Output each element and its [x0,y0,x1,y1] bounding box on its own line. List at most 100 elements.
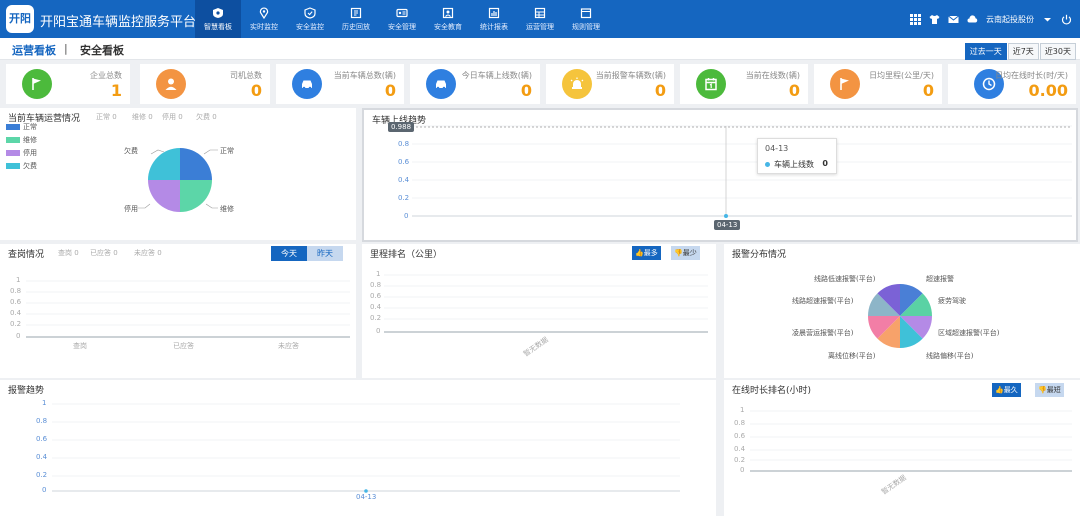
pie-label: 线路低速报警(平台) [814,275,876,283]
flag-icon [32,78,41,90]
y-tick: 0.4 [10,309,22,317]
y-tick: 0.2 [370,314,382,322]
history-icon [350,7,362,18]
nav-dashboard[interactable]: 智慧看板 [195,0,241,38]
pie-label: 离线位移(平台) [828,352,876,360]
stat-icon-bg [696,69,726,99]
nav-safety-edu[interactable]: 安全教育 [425,0,471,38]
stat-icon-bg [830,69,860,99]
y-tick: 0.2 [36,471,48,479]
stat-icon-bg [22,69,52,99]
grid-icon [534,7,546,18]
user-name[interactable]: 云南起投股份 [986,14,1034,25]
stat-value: 0 [654,81,666,100]
car-icon [436,80,446,90]
pie-leader [203,149,218,155]
stat-value: 0 [788,81,800,100]
nav-history[interactable]: 历史回放 [333,0,379,38]
data-point[interactable] [724,214,728,218]
pie-label-disabled: 停用 [124,205,138,213]
pie-slice-disabled[interactable] [148,180,180,212]
nav-label: 安全管理 [388,22,416,31]
calendar-icon [705,78,717,91]
stat-card-online-today: 今日车辆上线数(辆) 0 [410,64,540,104]
nav-label: 运营管理 [526,22,554,31]
chart-tooltip: 04-13 车辆上线数 0 [757,138,837,174]
y-tick: 0.8 [734,419,746,427]
tab-safety-board[interactable]: 安全看板 [80,42,124,58]
y-tick: 1 [376,270,381,278]
pie-slice-repair[interactable] [180,180,212,212]
stat-value: 1 [110,81,122,100]
y-tick: 0.8 [370,281,382,289]
stat-value: 0 [384,81,396,100]
nav-label: 历史回放 [342,22,370,31]
stat-label: 日均在线时长(时/天) [995,71,1068,80]
alarm-icon [570,77,584,89]
stat-label: 当前在线数(辆) [745,71,800,80]
y-tick: 0.6 [10,298,22,306]
shirt-icon[interactable] [929,14,940,25]
range-30-days[interactable]: 近30天 [1039,43,1076,60]
vehicle-status-panel: 当前车辆运营情况 正常 0 维修 0 停用 0 欠费 0 正常 维修 停用 欠费… [0,108,356,240]
cloud-icon[interactable] [967,14,978,25]
nav-realtime[interactable]: 实时监控 [241,0,287,38]
tooltip-value: 0 [822,159,828,168]
online-duration-chart [750,410,1072,472]
y-tick: 0.6 [370,292,382,300]
y-tick: 0 [16,332,21,340]
logo-text: 开阳 [9,12,31,25]
mileage-chart [384,274,708,333]
series-dot [765,162,770,167]
nav-reports[interactable]: 统计报表 [471,0,517,38]
tab-separator: | [64,42,68,55]
location-pin-icon [259,7,269,19]
y-tick: 0.4 [36,453,48,461]
pie-leader [138,203,151,209]
apps-icon[interactable] [910,13,921,25]
stat-icon-bg [292,69,322,99]
stat-value: 0 [250,81,262,100]
range-past-day[interactable]: 过去一天 [964,43,1007,60]
range-7-days[interactable]: 近7天 [1007,43,1039,60]
nav-rules[interactable]: 规则管理 [563,0,609,38]
pie-label-repair: 维修 [220,205,234,213]
stat-label: 当前车辆总数(辆) [333,71,396,80]
id-card-icon [396,8,408,17]
y-tick: 0 [376,327,381,335]
app-logo[interactable]: 开阳 [6,5,34,33]
stat-label: 企业总数 [90,71,122,80]
app-title: 开阳宝通车辆监控服务平台 [40,15,197,30]
y-tick: 0.4 [398,176,410,184]
nav-safety-monitor[interactable]: 安全监控 [287,0,333,38]
mail-icon[interactable] [948,14,959,25]
stat-card-enterprises: 企业总数 1 [6,64,130,104]
nav-operations[interactable]: 运营管理 [517,0,563,38]
header-actions: 云南起投股份 [910,0,1072,38]
stat-card-avg-mileage: 日均里程(公里/天) 0 [814,64,942,104]
tooltip-date: 04-13 [765,144,789,153]
inspection-chart [26,280,350,338]
inspection-panel: 查岗情况 查岗 0 已应答 0 未应答 0 今天 昨天 1 0.8 0.6 0.… [0,244,356,378]
power-icon[interactable] [1061,14,1072,25]
nav-safety-manage[interactable]: 安全管理 [379,0,425,38]
vehicle-status-pie [138,148,218,212]
stat-value: 0 [520,81,532,100]
y-tick: 0.6 [398,158,410,166]
education-icon [442,7,454,18]
stat-label: 日均里程(公里/天) [869,71,934,80]
tab-operations-board[interactable]: 运营看板 [12,42,56,58]
online-duration-grid [750,410,1072,461]
nav-label: 统计报表 [480,22,508,31]
stat-icon-bg [562,69,592,99]
y-tick: 0.2 [10,320,22,328]
nav-label: 实时监控 [250,22,278,31]
pie-slice-normal[interactable] [180,148,212,180]
nav-label: 智慧看板 [204,22,232,31]
online-trend-grid [412,125,1072,199]
stat-icon-bg [426,69,456,99]
y-tick: 0 [42,486,47,494]
mileage-grid [384,274,708,320]
y-tick: 1 [16,276,21,284]
chevron-down-icon[interactable] [1042,14,1053,25]
